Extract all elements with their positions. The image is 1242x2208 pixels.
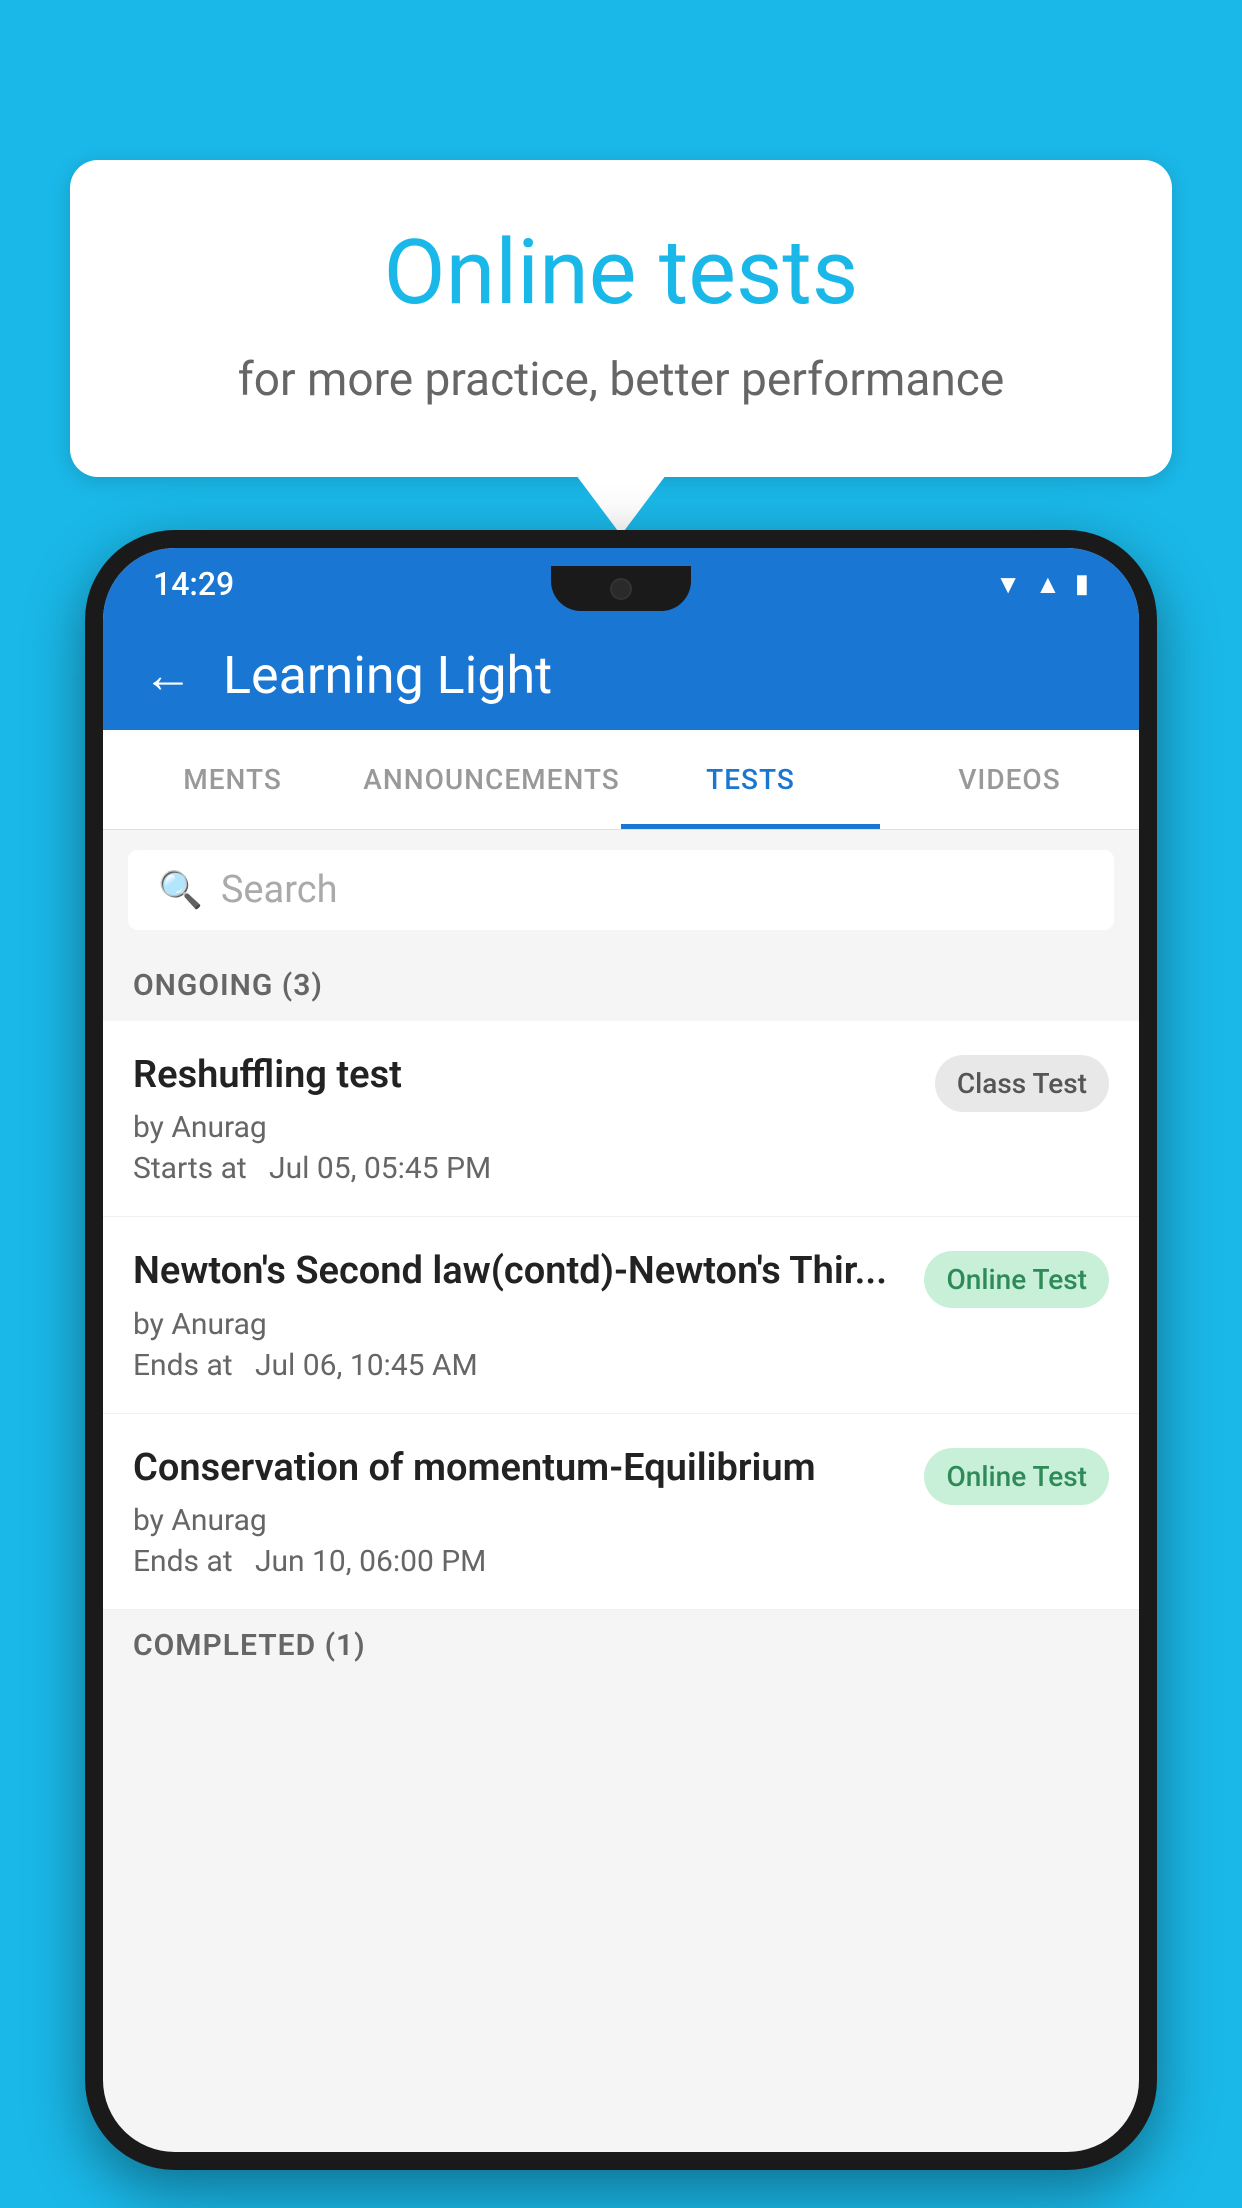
test-item-1-name: Reshuffling test [133, 1051, 915, 1100]
test-item-2-time: Ends at Jul 06, 10:45 AM [133, 1348, 904, 1383]
tab-ments[interactable]: MENTS [103, 730, 362, 829]
test-item-3-badge: Online Test [924, 1448, 1109, 1505]
test-list: Reshuffling test by Anurag Starts at Jul… [103, 1021, 1139, 1610]
tab-tests[interactable]: TESTS [621, 730, 880, 829]
tabs-bar: MENTS ANNOUNCEMENTS TESTS VIDEOS [103, 730, 1139, 830]
app-header: ← Learning Light [103, 620, 1139, 730]
test-item-3-time: Ends at Jun 10, 06:00 PM [133, 1544, 904, 1579]
speech-bubble: Online tests for more practice, better p… [70, 160, 1172, 477]
status-time: 14:29 [153, 565, 234, 603]
back-button[interactable]: ← [143, 646, 193, 705]
test-item-3-content: Conservation of momentum-Equilibrium by … [133, 1444, 904, 1579]
test-item-1-time: Starts at Jul 05, 05:45 PM [133, 1151, 915, 1186]
test-item-conservation[interactable]: Conservation of momentum-Equilibrium by … [103, 1414, 1139, 1610]
ongoing-section-header: ONGOING (3) [103, 950, 1139, 1021]
bubble-arrow [576, 475, 666, 535]
search-icon: 🔍 [158, 869, 203, 911]
test-item-3-author: by Anurag [133, 1503, 904, 1538]
test-item-3-name: Conservation of momentum-Equilibrium [133, 1444, 904, 1493]
phone-frame: 14:29 ▼ ▲ ▮ ← Learning Light MENTS ANNOU… [85, 530, 1157, 2170]
front-camera [610, 578, 632, 600]
app-title: Learning Light [223, 645, 552, 706]
status-icons: ▼ ▲ ▮ [995, 569, 1089, 600]
signal-icon: ▲ [1035, 569, 1061, 600]
phone-screen: 14:29 ▼ ▲ ▮ ← Learning Light MENTS ANNOU… [103, 548, 1139, 2152]
notch [551, 566, 691, 611]
test-item-1-badge: Class Test [935, 1055, 1109, 1112]
search-input-wrapper[interactable]: 🔍 Search [128, 850, 1114, 930]
test-item-2-name: Newton's Second law(contd)-Newton's Thir… [133, 1247, 904, 1296]
test-item-reshuffling[interactable]: Reshuffling test by Anurag Starts at Jul… [103, 1021, 1139, 1217]
test-item-2-content: Newton's Second law(contd)-Newton's Thir… [133, 1247, 904, 1382]
battery-icon: ▮ [1075, 569, 1089, 599]
completed-section-header: COMPLETED (1) [103, 1610, 1139, 1681]
bubble-subtitle: for more practice, better performance [150, 353, 1092, 407]
test-item-1-author: by Anurag [133, 1110, 915, 1145]
test-item-1-content: Reshuffling test by Anurag Starts at Jul… [133, 1051, 915, 1186]
test-item-2-author: by Anurag [133, 1307, 904, 1342]
bubble-title: Online tests [150, 220, 1092, 325]
test-item-newtons[interactable]: Newton's Second law(contd)-Newton's Thir… [103, 1217, 1139, 1413]
test-item-2-badge: Online Test [924, 1251, 1109, 1308]
search-container: 🔍 Search [103, 830, 1139, 950]
tab-announcements[interactable]: ANNOUNCEMENTS [362, 730, 621, 829]
speech-bubble-wrapper: Online tests for more practice, better p… [70, 160, 1172, 535]
tab-videos[interactable]: VIDEOS [880, 730, 1139, 829]
search-placeholder: Search [221, 868, 338, 912]
wifi-icon: ▼ [995, 569, 1021, 600]
